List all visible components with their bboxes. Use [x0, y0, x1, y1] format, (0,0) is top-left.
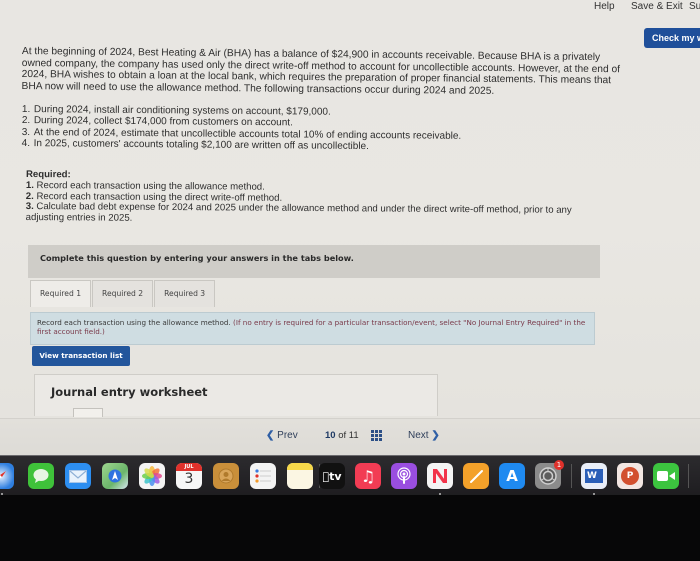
tab-required-2[interactable]: Required 2: [92, 280, 154, 307]
instructions-main: Record each transaction using the allowa…: [37, 318, 231, 327]
podcasts-icon[interactable]: [391, 463, 417, 489]
screen-bezel: [0, 495, 700, 561]
view-transaction-list-button[interactable]: View transaction list: [32, 346, 130, 366]
calendar-icon[interactable]: JUL 3: [176, 463, 202, 489]
page-indicator: 10 of 11: [325, 430, 359, 441]
powerpoint-icon[interactable]: P: [617, 463, 643, 489]
app-store-icon[interactable]: A: [499, 463, 525, 489]
photos-icon[interactable]: [139, 463, 165, 489]
chevron-right-icon: ❯: [431, 430, 440, 441]
news-icon[interactable]: [427, 463, 453, 489]
next-button[interactable]: Next ❯: [408, 430, 440, 441]
instructions-box: Record each transaction using the allowa…: [30, 312, 595, 345]
tab-required-3[interactable]: Required 3: [154, 280, 216, 307]
mail-icon[interactable]: [65, 463, 91, 489]
required-section: Required: 1. Record each transaction usi…: [25, 169, 606, 228]
word-icon[interactable]: W: [581, 463, 607, 489]
settings-icon[interactable]: 1: [535, 460, 564, 489]
complete-question-banner: Complete this question by entering your …: [28, 245, 600, 278]
help-link[interactable]: Help: [594, 1, 615, 12]
transaction-list: 1. During 2024, install air conditioning …: [22, 104, 622, 155]
check-my-work-button[interactable]: Check my w: [644, 28, 700, 48]
required-item: 3. Calculate bad debt expense for 2024 a…: [25, 201, 572, 224]
top-toolbar: Help Save & Exit Su: [0, 0, 700, 22]
submit-link[interactable]: Su: [689, 1, 700, 12]
safari-icon[interactable]: [0, 463, 14, 489]
macos-dock: JUL 3 tv ♫ A 1 W P: [0, 455, 700, 496]
dock-separator: [571, 464, 572, 488]
notes-icon[interactable]: [287, 463, 313, 489]
pagination-bar: ❮ Prev 10 of 11 Next ❯: [0, 418, 700, 455]
problem-intro: At the beginning of 2024, Best Heating &…: [21, 46, 621, 97]
music-icon[interactable]: ♫: [355, 463, 381, 489]
save-exit-link[interactable]: Save & Exit: [631, 1, 683, 12]
journal-entry-worksheet: Journal entry worksheet: [34, 374, 438, 417]
grid-icon[interactable]: [371, 430, 382, 441]
required-tabs: Required 1 Required 2 Required 3: [30, 280, 216, 307]
dock-separator: [688, 464, 689, 488]
tv-icon[interactable]: tv: [319, 463, 345, 489]
pages-icon[interactable]: [463, 463, 489, 489]
worksheet-entry-tab[interactable]: [73, 408, 103, 417]
contacts-icon[interactable]: [213, 463, 239, 489]
worksheet-title: Journal entry worksheet: [51, 385, 208, 399]
facetime-icon[interactable]: [653, 463, 679, 489]
browser-screen: Help Save & Exit Su Check my w At the be…: [0, 0, 700, 458]
messages-icon[interactable]: [28, 463, 54, 489]
tab-required-1[interactable]: Required 1: [30, 280, 92, 307]
prev-button[interactable]: ❮ Prev: [266, 430, 298, 441]
reminders-icon[interactable]: [250, 463, 276, 489]
maps-icon[interactable]: [102, 463, 128, 489]
chevron-left-icon: ❮: [266, 430, 275, 441]
notification-badge: 1: [554, 460, 564, 470]
